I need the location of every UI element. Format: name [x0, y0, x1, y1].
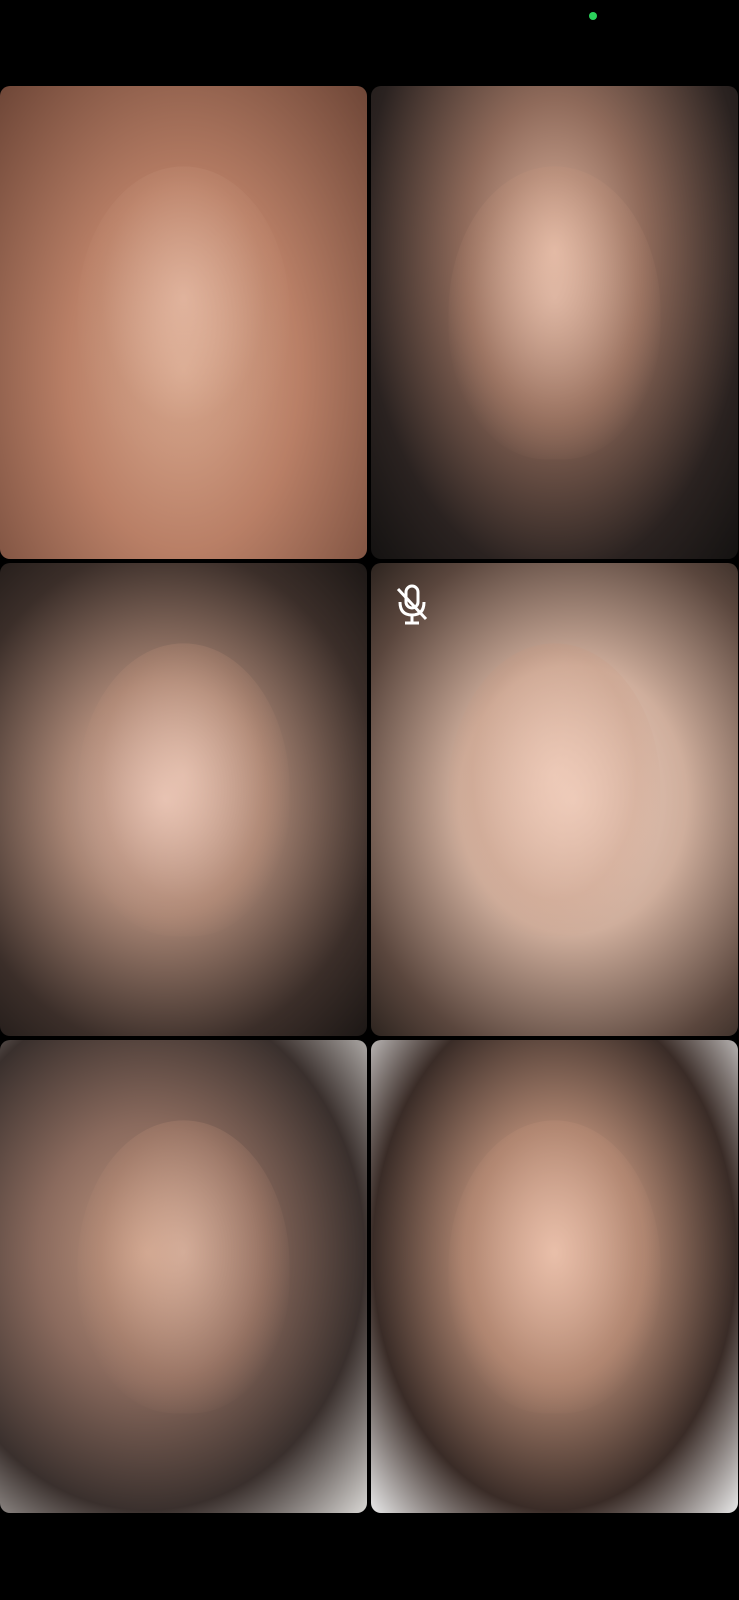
participant-video-tile-6[interactable] — [371, 1040, 738, 1513]
participant-video-feed — [77, 166, 290, 460]
participant-video-tile-4[interactable] — [371, 563, 738, 1036]
participant-video-tile-3[interactable] — [0, 563, 367, 1036]
camera-in-use-indicator — [589, 12, 597, 20]
participant-video-feed — [448, 643, 661, 937]
participant-video-feed — [77, 1120, 290, 1414]
participant-video-tile-1[interactable] — [0, 86, 367, 559]
participant-video-tile-2[interactable] — [371, 86, 738, 559]
participant-video-tile-5[interactable] — [0, 1040, 367, 1513]
video-call-grid — [0, 86, 739, 1513]
participant-video-feed — [448, 166, 661, 460]
mic-off-icon — [396, 584, 428, 625]
participant-video-feed — [448, 1120, 661, 1414]
participant-video-feed — [77, 643, 290, 937]
